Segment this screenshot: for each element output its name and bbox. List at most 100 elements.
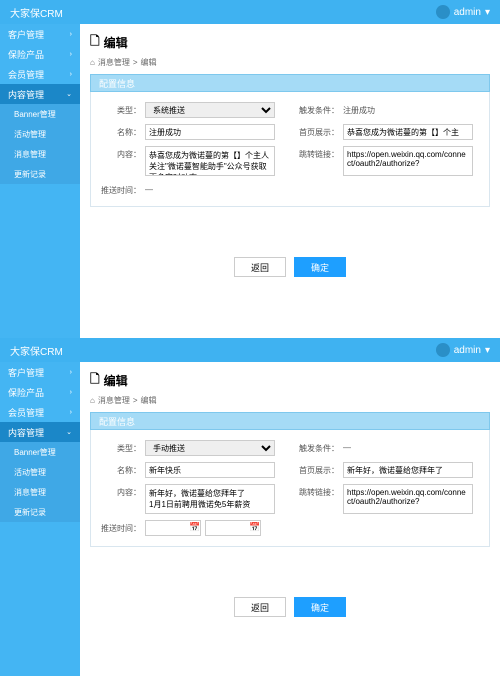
content-label: 内容： <box>99 484 141 498</box>
home-icon[interactable]: ⌂ <box>90 396 95 405</box>
sidebar-item-4[interactable]: Banner管理 <box>0 104 80 124</box>
content-label: 内容： <box>99 146 141 160</box>
back-button[interactable]: 返回 <box>234 597 286 617</box>
sidebar-label: 内容管理 <box>8 88 44 101</box>
calendar-icon: 📅 <box>249 522 259 532</box>
jumplink-textarea[interactable]: https://open.weixin.qq.com/connect/oauth… <box>343 146 473 176</box>
chevron-icon: › <box>70 51 72 58</box>
sidebar-item-0[interactable]: 客户管理 › <box>0 24 80 44</box>
trigger-value: — <box>343 440 351 452</box>
breadcrumb: ⌂消息管理>编辑 <box>90 57 490 68</box>
sidebar-label: 活动管理 <box>14 467 46 478</box>
type-select[interactable]: 系统推送 <box>145 102 275 118</box>
sidebar-label: 客户管理 <box>8 28 44 41</box>
content-textarea[interactable]: 新年好，微诺蔓给您拜年了 1月1日前聘用微诺免5年薪资 <box>145 484 275 514</box>
app-window: 大家保CRMadmin▾客户管理›保险产品›会员管理›内容管理⌄Banner管理… <box>0 338 500 676</box>
sidebar: 客户管理›保险产品›会员管理›内容管理⌄Banner管理活动管理消息管理更新记录 <box>0 362 80 676</box>
back-button[interactable]: 返回 <box>234 257 286 277</box>
homeshow-input[interactable] <box>343 462 473 478</box>
sidebar-item-7[interactable]: 更新记录 <box>0 164 80 184</box>
pushtime-label: 推送时间： <box>99 182 141 196</box>
sidebar-item-1[interactable]: 保险产品 › <box>0 382 80 402</box>
bc-item[interactable]: 消息管理 <box>98 395 130 406</box>
main-content: 🗋编辑⌂消息管理>编辑配置信息类型：手动推送触发条件：—名称：首页展示：内容：新… <box>80 362 500 676</box>
sidebar-label: 会员管理 <box>8 68 44 81</box>
sidebar-item-3[interactable]: 内容管理 ⌄ <box>0 84 80 104</box>
sidebar-item-0[interactable]: 客户管理 › <box>0 362 80 382</box>
sidebar-item-2[interactable]: 会员管理 › <box>0 64 80 84</box>
jumplink-label: 跳转链接： <box>297 484 339 498</box>
main-content: 🗋编辑⌂消息管理>编辑配置信息类型：系统推送触发条件：注册成功名称：首页展示：内… <box>80 24 500 338</box>
caret-down-icon: ▾ <box>485 345 490 356</box>
chevron-icon: › <box>70 71 72 78</box>
sidebar-item-6[interactable]: 消息管理 <box>0 482 80 502</box>
chevron-icon: › <box>70 31 72 38</box>
pushtime-label: 推送时间： <box>99 520 141 534</box>
name-label: 名称： <box>99 124 141 138</box>
ok-button[interactable]: 确定 <box>294 597 346 617</box>
sidebar-item-1[interactable]: 保险产品 › <box>0 44 80 64</box>
chevron-icon: › <box>70 409 72 416</box>
topbar: 大家保CRMadmin▾ <box>0 338 500 362</box>
type-label: 类型： <box>99 440 141 454</box>
type-label: 类型： <box>99 102 141 116</box>
user-menu[interactable]: admin ▾ <box>436 343 490 357</box>
sidebar-label: 客户管理 <box>8 366 44 379</box>
config-form: 类型： 系统推送 触发条件： 注册成功名称： 首页展示： 内容： 恭喜您成为微诺蔓的第【】个… <box>90 92 490 207</box>
sidebar-label: Banner管理 <box>14 109 56 120</box>
button-row: 返回确定 <box>90 597 490 627</box>
app-window: 大家保CRM admin▾ 客户管理 › 保险产品 › 会员管理 › 内容管理 ⌄ Banner管理… <box>0 0 500 338</box>
home-icon[interactable]: ⌂ <box>90 58 95 67</box>
button-row: 返回确定 <box>90 257 490 287</box>
sidebar-label: 保险产品 <box>8 48 44 61</box>
sidebar-item-7[interactable]: 更新记录 <box>0 502 80 522</box>
chevron-icon: › <box>70 389 72 396</box>
sidebar-item-5[interactable]: 活动管理 <box>0 462 80 482</box>
name-input[interactable] <box>145 462 275 478</box>
title-text: 编辑 <box>104 372 128 389</box>
brand: 大家保CRM <box>10 5 63 20</box>
name-input[interactable] <box>145 124 275 140</box>
content-textarea[interactable]: 恭喜您成为微诺蔓的第【】个主人 关注"微诺蔓智能助手"公众号获取更多实时动态 <box>145 146 275 176</box>
body: 客户管理›保险产品›会员管理›内容管理⌄Banner管理活动管理消息管理更新记录… <box>0 24 500 338</box>
caret-down-icon: ▾ <box>485 7 490 18</box>
section-header: 配置信息 <box>90 412 490 430</box>
sidebar-label: 消息管理 <box>14 487 46 498</box>
chevron-icon: ⌄ <box>66 90 72 98</box>
trigger-value: 注册成功 <box>343 102 375 116</box>
sidebar-item-6[interactable]: 消息管理 <box>0 144 80 164</box>
page-title: 🗋编辑 <box>90 32 490 53</box>
push-time-value: — <box>145 182 153 194</box>
ok-button[interactable]: 确定 <box>294 257 346 277</box>
bc-item[interactable]: 消息管理 <box>98 57 130 68</box>
page-title: 🗋编辑 <box>90 370 490 391</box>
sidebar-item-5[interactable]: 活动管理 <box>0 124 80 144</box>
chevron-icon: › <box>70 369 72 376</box>
sidebar-item-2[interactable]: 会员管理› <box>0 402 80 422</box>
body: 客户管理›保险产品›会员管理›内容管理⌄Banner管理活动管理消息管理更新记录… <box>0 362 500 676</box>
homeshow-label: 首页展示： <box>297 124 339 138</box>
type-select[interactable]: 手动推送 <box>145 440 275 456</box>
sidebar-label: 消息管理 <box>14 149 46 160</box>
breadcrumb: ⌂消息管理>编辑 <box>90 395 490 406</box>
sidebar-label: 内容管理 <box>8 426 44 439</box>
avatar-icon <box>436 343 450 357</box>
user-menu[interactable]: admin▾ <box>436 5 490 19</box>
bc-item: 编辑 <box>141 57 157 68</box>
page-icon: 🗋 <box>90 370 100 391</box>
trigger-label: 触发条件： <box>297 102 339 116</box>
date-range: 📅📅 <box>145 520 261 536</box>
sidebar-item-4[interactable]: Banner管理 <box>0 442 80 462</box>
username: admin <box>454 345 481 356</box>
sidebar-label: 保险产品 <box>8 386 44 399</box>
sidebar-label: Banner管理 <box>14 447 56 458</box>
name-label: 名称： <box>99 462 141 476</box>
jumplink-textarea[interactable]: https://open.weixin.qq.com/connect/oauth… <box>343 484 473 514</box>
sidebar-item-3[interactable]: 内容管理⌄ <box>0 422 80 442</box>
homeshow-label: 首页展示： <box>297 462 339 476</box>
sidebar-label: 更新记录 <box>14 507 46 518</box>
avatar-icon <box>436 5 450 19</box>
page-icon: 🗋 <box>90 32 100 53</box>
homeshow-input[interactable] <box>343 124 473 140</box>
sidebar: 客户管理 › 保险产品 › 会员管理 › 内容管理 ⌄ Banner管理活动管理消息管理更新记录 <box>0 24 80 338</box>
